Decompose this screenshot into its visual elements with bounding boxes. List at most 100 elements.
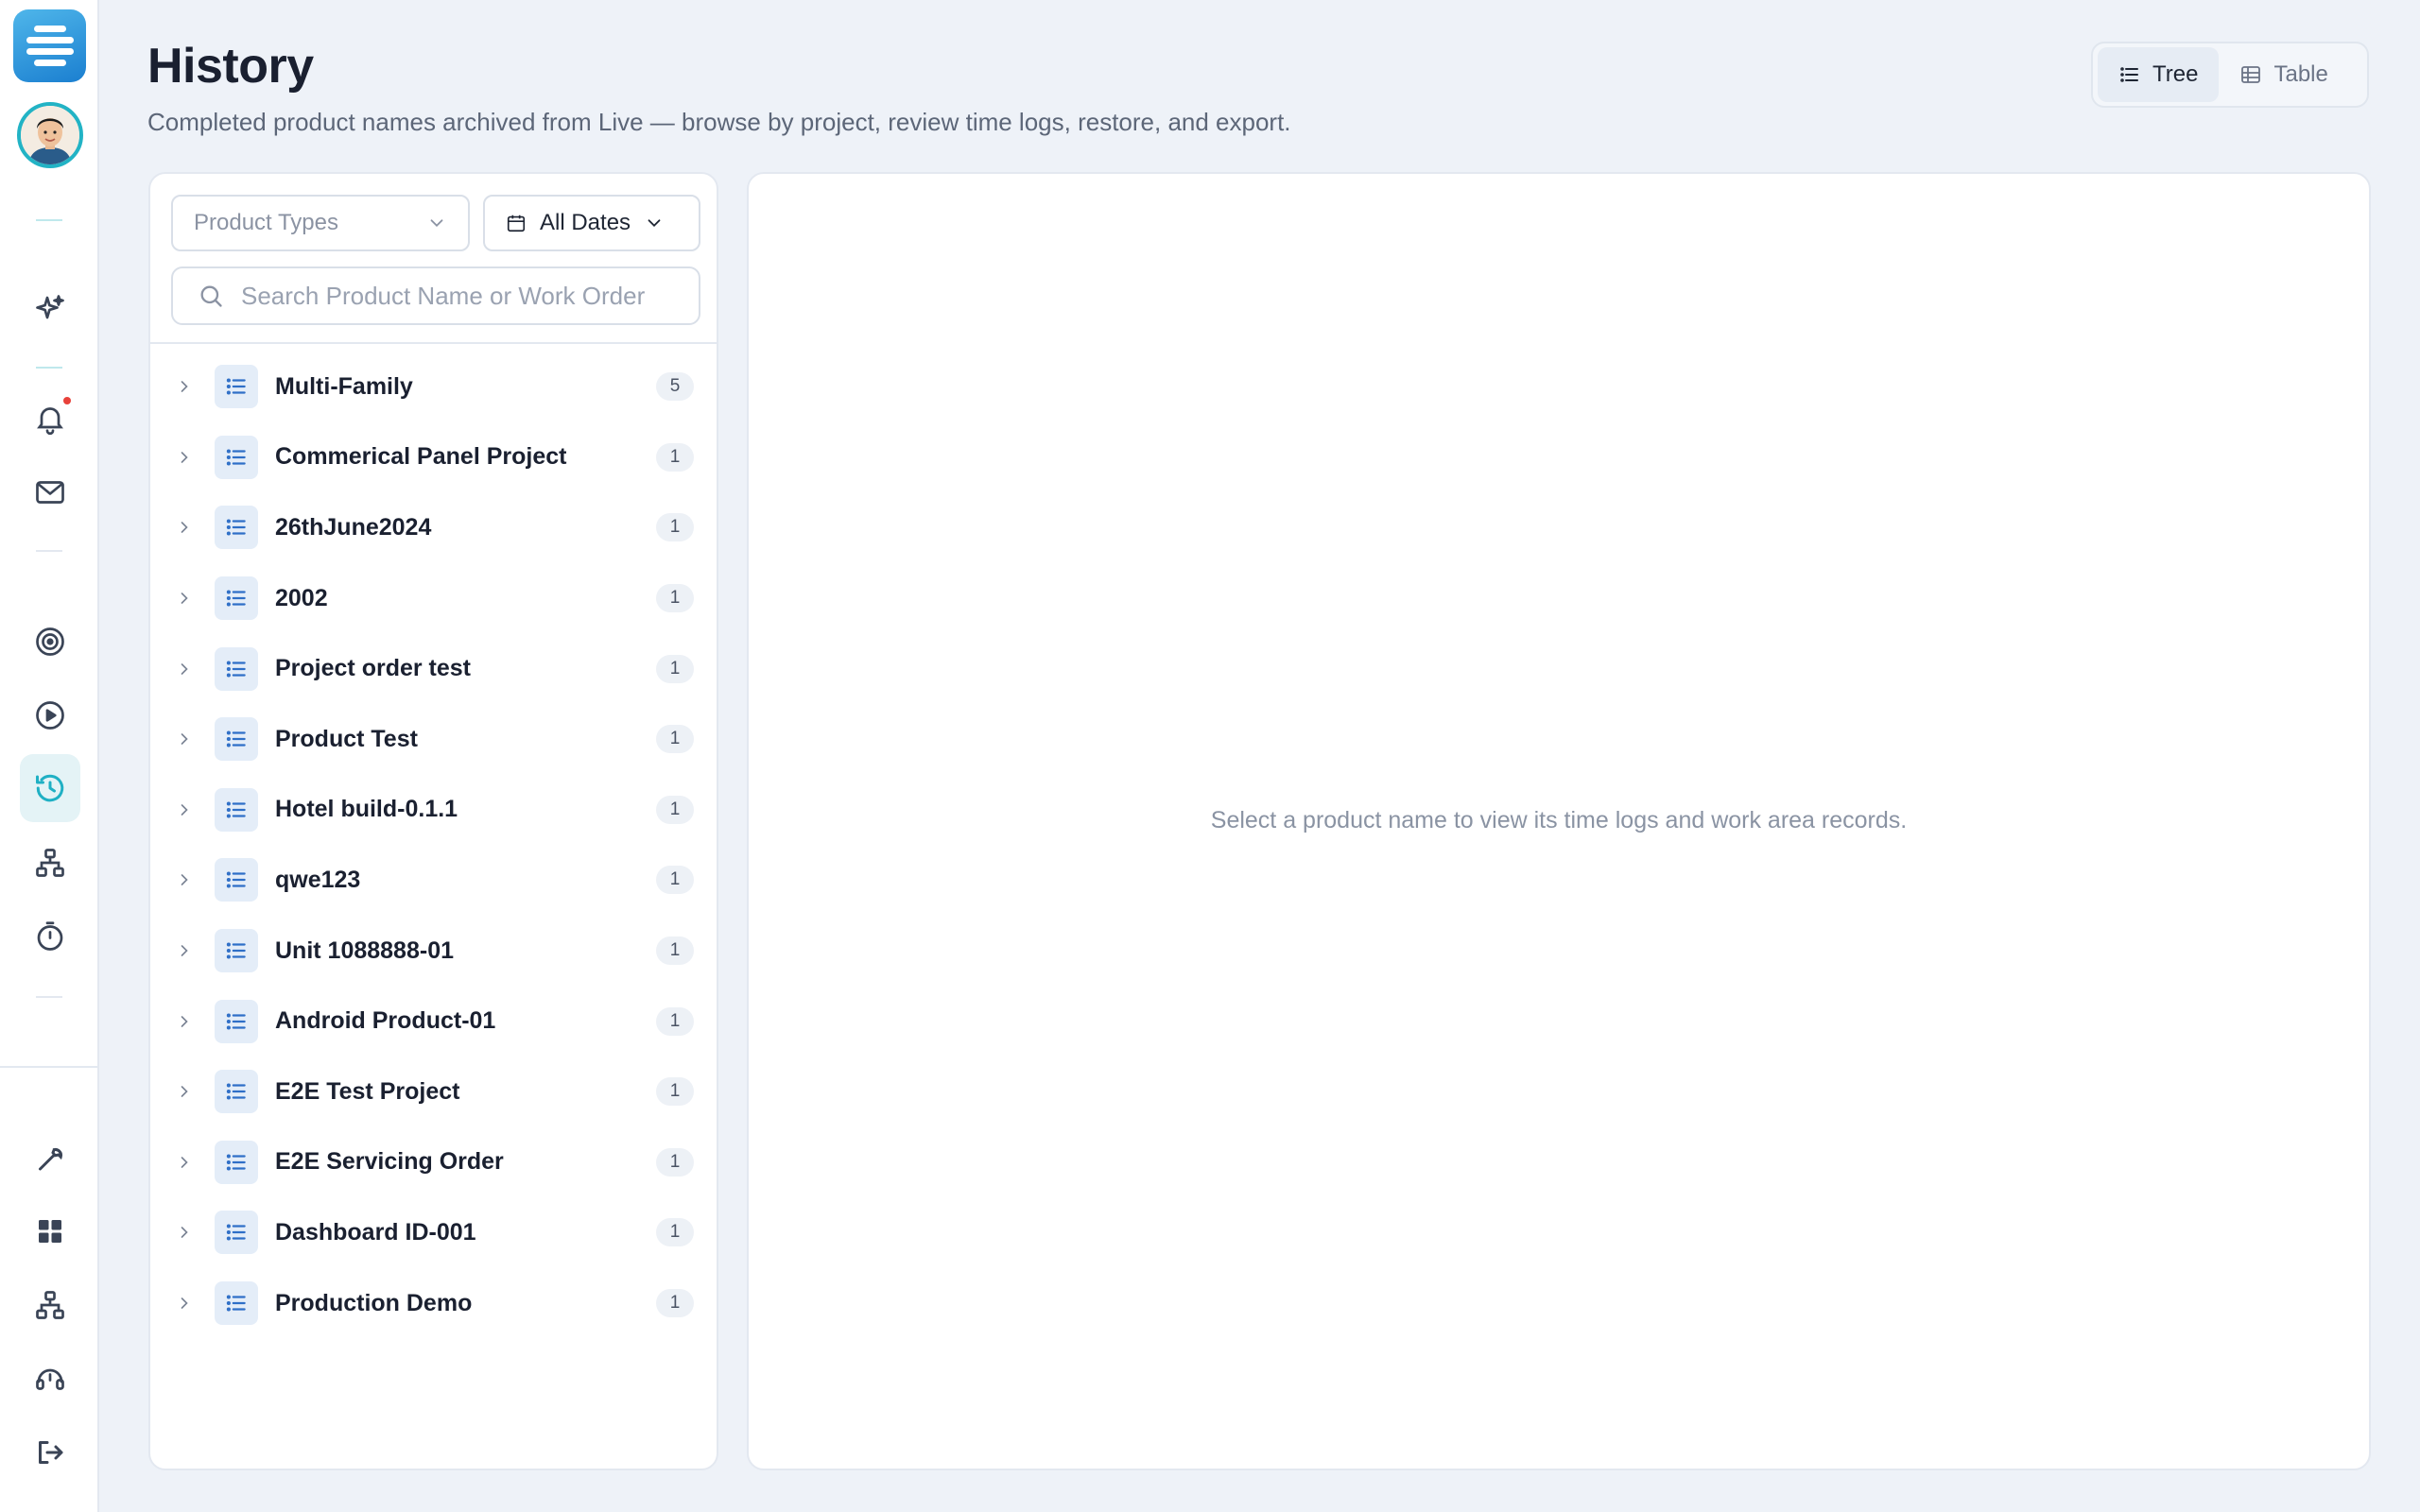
tree-item-label: Product Test <box>275 725 418 752</box>
table-view-label: Table <box>2273 61 2328 87</box>
user-avatar[interactable] <box>17 102 83 168</box>
sidebar-divider <box>36 550 62 552</box>
list-icon <box>215 717 258 762</box>
search-box <box>171 266 700 325</box>
timer-icon[interactable] <box>25 911 76 962</box>
sidebar <box>0 0 99 1512</box>
tree-row[interactable]: Project order test 1 <box>150 633 717 704</box>
view-toggle: Tree Table <box>2091 42 2369 108</box>
search-icon <box>200 285 222 307</box>
chevron-right-icon[interactable] <box>175 1294 194 1313</box>
tree-row[interactable]: Multi-Family 5 <box>150 352 717 422</box>
app-logo[interactable] <box>13 9 86 82</box>
chevron-right-icon[interactable] <box>175 1012 194 1031</box>
tree-item-label: Android Product-01 <box>275 1007 496 1035</box>
item-count-badge: 1 <box>656 584 694 613</box>
chevron-right-icon[interactable] <box>175 1223 194 1242</box>
chevron-right-icon[interactable] <box>175 800 194 819</box>
tree-item-label: Unit 1088888-01 <box>275 936 455 964</box>
empty-state-message: Select a product name to view its time l… <box>1210 807 1908 833</box>
list-icon <box>215 646 258 691</box>
chevron-down-icon <box>430 219 443 228</box>
logout-icon[interactable] <box>25 1427 76 1478</box>
item-count-badge: 1 <box>656 866 694 895</box>
tree-view-button[interactable]: Tree <box>2098 47 2220 102</box>
tree-row[interactable]: E2E Servicing Order 1 <box>150 1127 717 1198</box>
list-icon <box>215 1281 258 1326</box>
list-icon <box>215 999 258 1043</box>
tree-row[interactable]: Dashboard ID-001 1 <box>150 1197 717 1268</box>
mail-icon[interactable] <box>25 467 76 518</box>
tree-row[interactable]: 2002 1 <box>150 563 717 634</box>
wrench-icon[interactable] <box>25 1132 76 1183</box>
list-icon <box>215 1070 258 1114</box>
network-icon[interactable] <box>25 837 76 888</box>
target-icon[interactable] <box>25 616 76 667</box>
tree-row[interactable]: Android Product-01 1 <box>150 986 717 1057</box>
support-icon[interactable] <box>25 1353 76 1404</box>
chevron-down-icon <box>648 219 661 228</box>
list-icon <box>215 1140 258 1184</box>
chevron-right-icon[interactable] <box>175 941 194 960</box>
sidebar-divider <box>36 219 62 221</box>
tree-row[interactable]: Commerical Panel Project 1 <box>150 422 717 493</box>
tree-row[interactable]: Product Test 1 <box>150 704 717 775</box>
tree-row[interactable]: 26thJune2024 1 <box>150 492 717 563</box>
product-types-select[interactable]: Product Types <box>171 195 470 251</box>
list-icon <box>215 435 258 479</box>
product-tree: Multi-Family 5 Commerical Panel Project … <box>150 352 717 1338</box>
tree-item-label: Project order test <box>275 655 472 682</box>
sidebar-divider <box>36 996 62 998</box>
list-icon <box>215 1211 258 1255</box>
play-circle-icon[interactable] <box>25 690 76 741</box>
tree-item-label: E2E Servicing Order <box>275 1148 504 1176</box>
list-icon <box>2120 67 2138 82</box>
list-icon <box>215 506 258 550</box>
tree-row[interactable]: Hotel build-0.1.1 1 <box>150 775 717 846</box>
chevron-right-icon[interactable] <box>175 377 194 396</box>
item-count-badge: 1 <box>656 936 694 966</box>
list-icon <box>215 365 258 409</box>
page-subtitle: Completed product names archived from Li… <box>147 108 1291 136</box>
tree-row[interactable]: Production Demo 1 <box>150 1268 717 1339</box>
chevron-right-icon[interactable] <box>175 1082 194 1101</box>
item-count-badge: 1 <box>656 1218 694 1247</box>
item-count-badge: 1 <box>656 1006 694 1036</box>
item-count-badge: 1 <box>656 1147 694 1177</box>
item-count-badge: 1 <box>656 654 694 683</box>
chevron-right-icon[interactable] <box>175 448 194 467</box>
sidebar-section-divider <box>0 1066 99 1068</box>
tree-item-label: Multi-Family <box>275 372 413 400</box>
search-input[interactable] <box>241 281 674 311</box>
tree-item-label: Commerical Panel Project <box>275 443 567 471</box>
tree-item-label: Production Demo <box>275 1289 473 1316</box>
table-icon <box>2241 66 2261 83</box>
date-filter-value: All Dates <box>540 210 631 235</box>
item-count-badge: 1 <box>656 725 694 754</box>
chevron-right-icon[interactable] <box>175 589 194 608</box>
chevron-right-icon[interactable] <box>175 1153 194 1172</box>
filter-bar: Product Types All Dates <box>150 174 717 344</box>
item-count-badge: 1 <box>656 1077 694 1107</box>
dashboard-grid-icon[interactable] <box>25 1206 76 1257</box>
notification-dot <box>63 397 71 404</box>
date-filter-select[interactable]: All Dates <box>483 195 700 251</box>
tree-row[interactable]: qwe123 1 <box>150 845 717 916</box>
chevron-right-icon[interactable] <box>175 518 194 537</box>
table-view-button[interactable]: Table <box>2219 47 2348 102</box>
tree-item-label: Hotel build-0.1.1 <box>275 796 458 823</box>
tree-row[interactable]: Unit 1088888-01 1 <box>150 916 717 987</box>
chevron-right-icon[interactable] <box>175 870 194 889</box>
org-chart-icon[interactable] <box>25 1280 76 1331</box>
tree-item-label: Dashboard ID-001 <box>275 1218 476 1246</box>
tree-item-label: E2E Test Project <box>275 1077 460 1105</box>
product-tree-panel: Product Types All Dates Multi-Family 5 C… <box>148 172 718 1470</box>
history-icon[interactable] <box>20 754 80 822</box>
chevron-right-icon[interactable] <box>175 730 194 748</box>
item-count-badge: 1 <box>656 795 694 824</box>
tree-row[interactable]: E2E Test Project 1 <box>150 1057 717 1127</box>
chevron-right-icon[interactable] <box>175 660 194 679</box>
tree-item-label: qwe123 <box>275 866 361 893</box>
list-icon <box>215 858 258 902</box>
sparkles-icon[interactable] <box>25 284 76 335</box>
